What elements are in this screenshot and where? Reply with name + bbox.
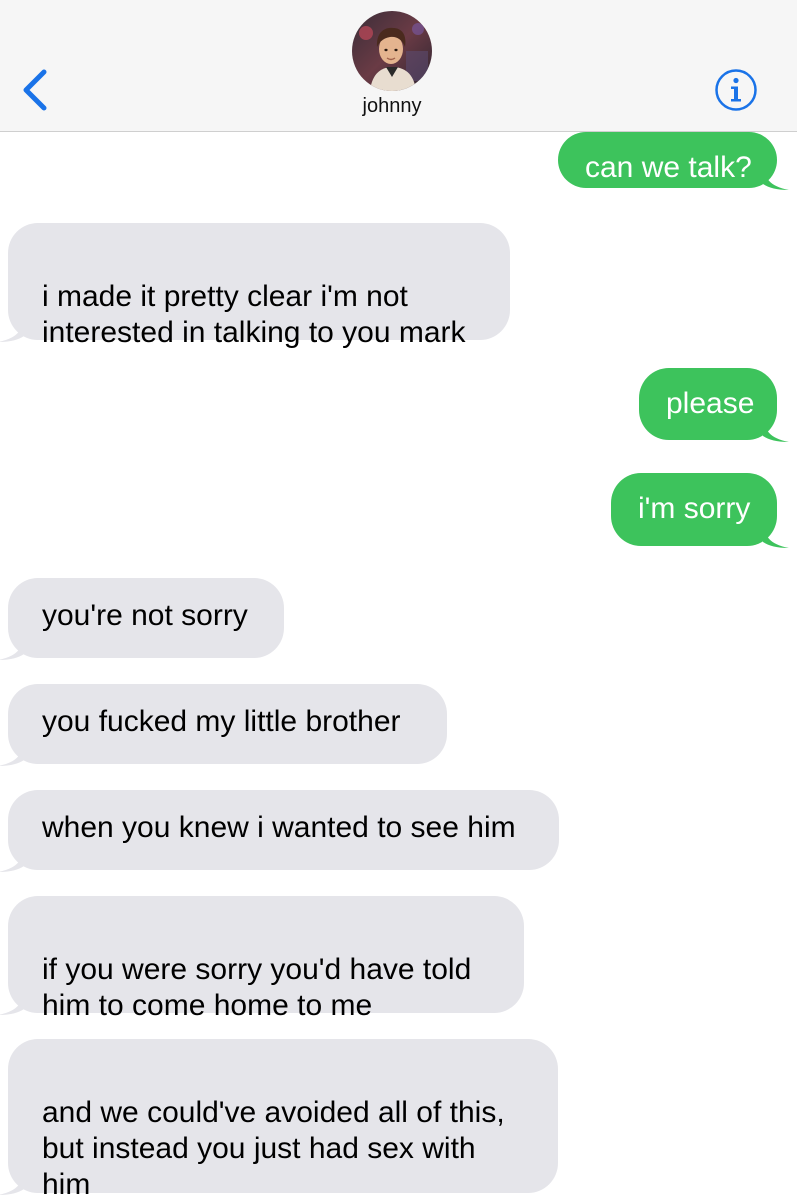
bubble-tail xyxy=(0,318,24,342)
bubble-tail xyxy=(0,636,24,660)
bubble-tail xyxy=(763,524,789,548)
message-text: if you were sorry you'd have told him to… xyxy=(42,953,472,1022)
message-text: can we talk? xyxy=(585,151,752,184)
message-text: i'm sorry xyxy=(638,492,751,525)
info-circle-icon xyxy=(715,69,757,111)
message-bubble-incoming[interactable]: if you were sorry you'd have told him to… xyxy=(0,896,524,1022)
bubble-tail xyxy=(763,166,789,190)
message-text: when you knew i wanted to see him xyxy=(42,811,516,844)
message-bubble-incoming[interactable]: you're not sorry xyxy=(0,578,284,660)
info-button[interactable] xyxy=(714,68,758,112)
bubble-tail xyxy=(0,742,24,766)
message-bubble-outgoing[interactable]: can we talk? xyxy=(558,132,789,190)
bubble-tail xyxy=(0,991,24,1015)
message-text: you're not sorry xyxy=(42,599,248,632)
message-bubble-incoming[interactable]: you fucked my little brother xyxy=(0,684,447,766)
contact-name[interactable]: johnny xyxy=(0,95,784,118)
message-list[interactable]: can we talk? i made it pretty clear i'm … xyxy=(0,132,797,1201)
message-text: you fucked my little brother xyxy=(42,705,401,738)
message-bubble-outgoing[interactable]: please xyxy=(639,368,789,442)
avatar-photo xyxy=(352,11,432,91)
bubble-tail xyxy=(763,418,789,442)
message-text: please xyxy=(666,387,755,420)
conversation-header: johnny xyxy=(0,0,797,132)
contact-avatar[interactable] xyxy=(352,11,432,91)
message-text: i made it pretty clear i'm not intereste… xyxy=(42,280,466,349)
bubble-tail xyxy=(0,1171,24,1195)
bubble-tail xyxy=(0,848,24,872)
message-text: and we could've avoided all of this, but… xyxy=(42,1096,505,1201)
message-bubble-incoming[interactable]: i made it pretty clear i'm not intereste… xyxy=(0,223,510,349)
message-bubble-incoming[interactable]: when you knew i wanted to see him xyxy=(0,790,559,872)
message-bubble-incoming[interactable]: and we could've avoided all of this, but… xyxy=(0,1039,558,1201)
message-bubble-outgoing[interactable]: i'm sorry xyxy=(611,473,789,548)
